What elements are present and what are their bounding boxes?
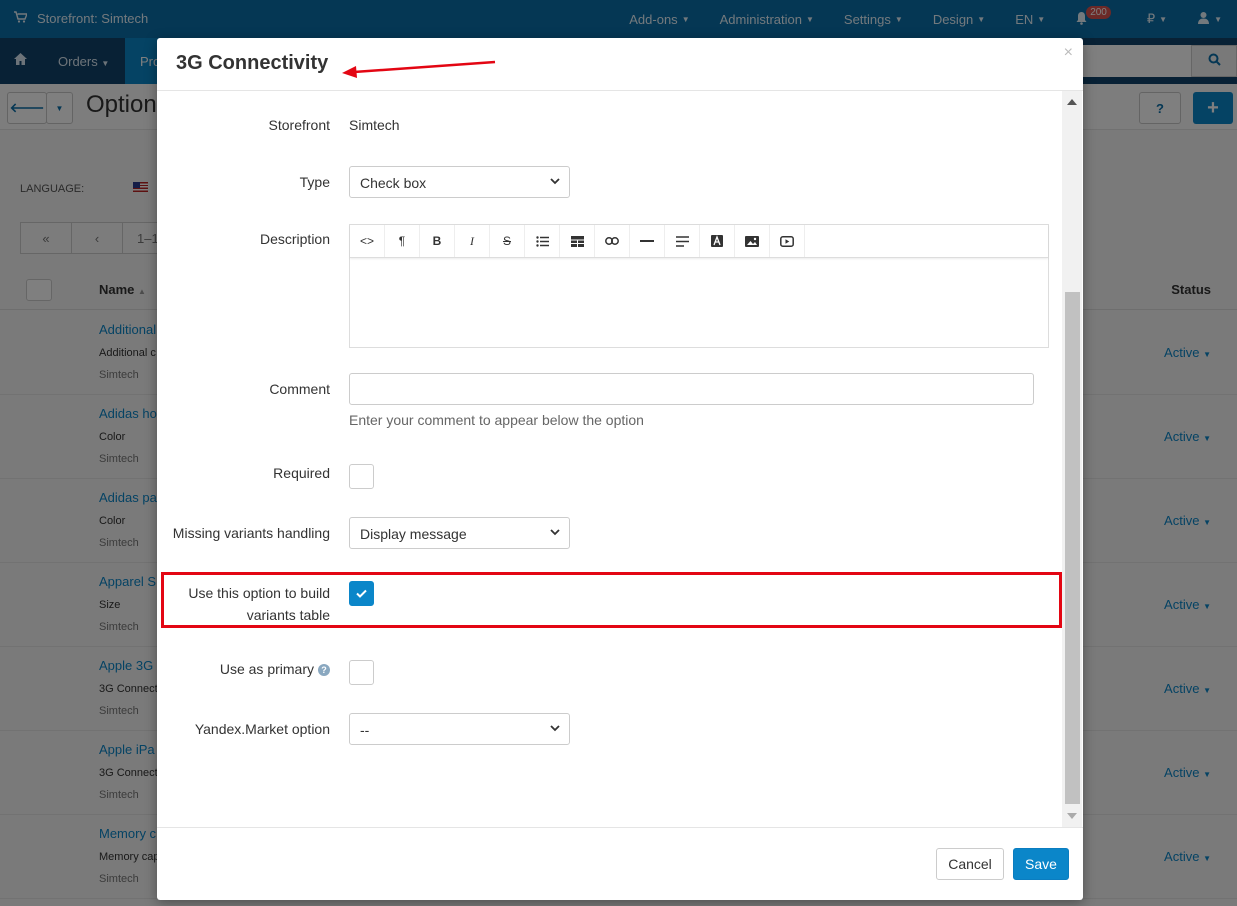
save-button[interactable]: Save bbox=[1013, 848, 1069, 880]
chevron-down-icon bbox=[550, 725, 560, 732]
yandex-market-value: -- bbox=[360, 722, 370, 738]
scroll-down-arrow-icon[interactable] bbox=[1067, 813, 1077, 819]
close-icon[interactable]: × bbox=[1064, 44, 1073, 62]
storefront-label: Storefront bbox=[268, 117, 330, 133]
comment-label: Comment bbox=[269, 381, 330, 397]
highlight-box bbox=[161, 572, 1062, 628]
video-icon[interactable] bbox=[770, 225, 805, 257]
missing-variants-value: Display message bbox=[360, 526, 467, 542]
dialog-title: 3G Connectivity bbox=[176, 52, 329, 74]
bulleted-list-icon[interactable] bbox=[525, 225, 560, 257]
missing-variants-select[interactable]: Display message bbox=[349, 517, 570, 549]
option-edit-dialog: 3G Connectivity × Storefront Simtech Typ… bbox=[157, 38, 1083, 900]
horizontal-rule-icon[interactable] bbox=[630, 225, 665, 257]
missing-variants-label: Missing variants handling bbox=[172, 525, 330, 541]
type-select[interactable]: Check box bbox=[349, 166, 570, 198]
font-color-icon[interactable] bbox=[700, 225, 735, 257]
dialog-header: 3G Connectivity × bbox=[157, 38, 1083, 91]
comment-hint: Enter your comment to appear below the o… bbox=[349, 412, 644, 428]
scroll-up-arrow-icon[interactable] bbox=[1067, 99, 1077, 105]
comment-field[interactable] bbox=[349, 373, 1034, 405]
align-icon[interactable] bbox=[665, 225, 700, 257]
required-label: Required bbox=[273, 465, 330, 481]
dialog-footer: Cancel Save bbox=[157, 827, 1083, 900]
chevron-down-icon bbox=[550, 529, 560, 536]
storefront-value: Simtech bbox=[349, 117, 400, 133]
strikethrough-icon[interactable]: S bbox=[490, 225, 525, 257]
bold-icon[interactable]: B bbox=[420, 225, 455, 257]
code-view-icon[interactable]: <> bbox=[350, 225, 385, 257]
use-as-primary-label: Use as primary? bbox=[220, 661, 330, 677]
type-select-value: Check box bbox=[360, 175, 427, 191]
question-circle-icon[interactable]: ? bbox=[318, 664, 330, 676]
type-label: Type bbox=[299, 174, 330, 190]
use-as-primary-label-text: Use as primary bbox=[219, 661, 314, 677]
image-icon[interactable] bbox=[735, 225, 770, 257]
yandex-market-label: Yandex.Market option bbox=[194, 721, 330, 737]
use-as-primary-checkbox[interactable] bbox=[349, 660, 374, 685]
required-checkbox[interactable] bbox=[349, 464, 374, 489]
link-icon[interactable] bbox=[595, 225, 630, 257]
paragraph-icon[interactable]: ¶ bbox=[385, 225, 420, 257]
yandex-market-select[interactable]: -- bbox=[349, 713, 570, 745]
chevron-down-icon bbox=[550, 178, 560, 185]
dialog-body: Storefront Simtech Type Check box Descri… bbox=[157, 91, 1083, 827]
editor-toolbar: <> ¶ B I S bbox=[350, 225, 1048, 258]
table-icon[interactable] bbox=[560, 225, 595, 257]
description-label: Description bbox=[259, 231, 330, 247]
scrollbar-thumb[interactable] bbox=[1065, 292, 1080, 804]
italic-icon[interactable]: I bbox=[455, 225, 490, 257]
cancel-button[interactable]: Cancel bbox=[936, 848, 1004, 880]
description-editor: <> ¶ B I S bbox=[349, 224, 1049, 348]
annotation-arrow-icon bbox=[342, 60, 496, 78]
